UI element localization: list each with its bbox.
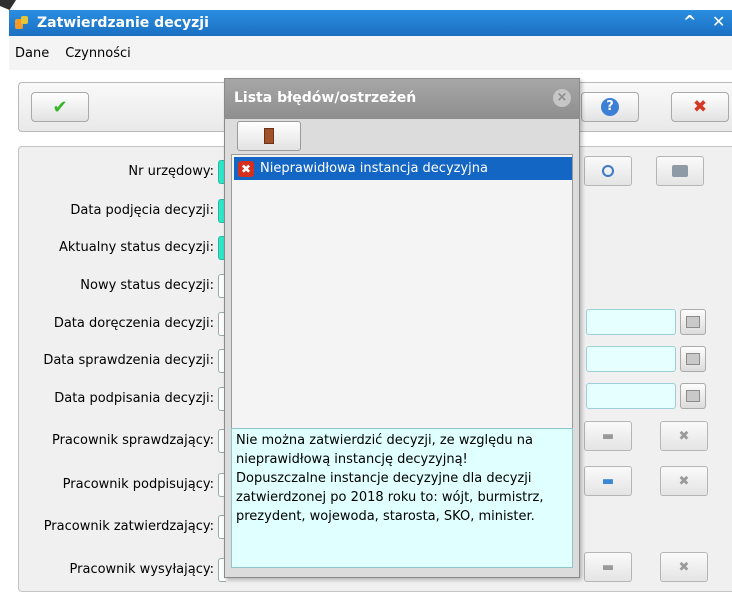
cancel-icon: ✖ [692,97,708,117]
window-title: Zatwierdzanie decyzji [37,15,209,31]
label-data-podpisania: Data podpisania decyzji: [54,391,214,406]
data-sprawdzenia-calendar-button[interactable] [680,346,706,372]
wysylajacy-clear-button[interactable]: ✖ [660,552,708,582]
error-icon: ✖ [238,160,254,177]
select-icon: ▬ [601,559,615,575]
select-icon: ▬ [601,428,615,444]
message-line: Nie można zatwierdzić decyzji, ze względ… [236,433,533,448]
label-pracownik-zatwierdzajacy: Pracownik zatwierdzający: [43,519,214,534]
magnifier-icon [602,165,614,177]
label-pracownik-sprawdzajacy: Pracownik sprawdzający: [51,433,214,448]
wysylajacy-select-button[interactable]: ▬ [584,552,632,582]
search-button[interactable] [584,156,632,186]
dialog-title: Lista błędów/ostrzeżeń [234,90,417,106]
label-data-podjecia: Data podjęcia decyzji: [70,203,214,218]
label-pracownik-podpisujacy: Pracownik podpisujący: [62,477,214,492]
label-aktualny-status: Aktualny status decyzji: [59,240,214,255]
podpisujacy-clear-button[interactable]: ✖ [660,466,708,496]
message-line: Dopuszczalne instancje decyzyjne dla dec… [236,471,532,486]
menu-bar: Dane Czynności [9,36,732,70]
minimize-button[interactable]: ^ [683,12,696,31]
message-line: prezydent, wojewoda, starosta, SKO, mini… [236,509,535,524]
cancel-button[interactable]: ✖ [671,92,729,122]
calendar-icon [686,390,700,402]
background-app-icon [0,0,16,10]
message-line: zatwierdzonej po 2018 roku to: wójt, bur… [236,490,544,505]
list-item[interactable]: ✖ Nieprawidłowa instancja decyzyjna [234,157,572,180]
calendar-icon [686,353,700,365]
clear-icon: ✖ [678,559,690,575]
label-nr-urzedowy: Nr urzędowy: [128,164,214,179]
data-podpisania-calendar-button[interactable] [680,383,706,409]
help-button[interactable]: ? [581,92,639,122]
print-button[interactable] [656,156,704,186]
calendar-icon [686,316,700,328]
error-list-dialog: Lista błędów/ostrzeżeń × ✖ Nieprawidłowa… [224,78,580,578]
sprawdzajacy-clear-button[interactable]: ✖ [660,421,708,451]
check-icon: ✔ [52,96,68,118]
confirm-button[interactable]: ✔ [31,92,89,122]
data-doreczenia-calendar-button[interactable] [680,309,706,335]
data-sprawdzenia-input[interactable] [586,346,676,372]
label-nowy-status: Nowy status decyzji: [80,278,214,293]
dialog-titlebar: Lista błędów/ostrzeżeń × [225,79,579,119]
menu-dane[interactable]: Dane [15,46,49,61]
error-message-box: Nie można zatwierdzić decyzji, ze względ… [231,428,573,568]
clear-icon: ✖ [678,428,690,444]
label-data-sprawdzenia: Data sprawdzenia decyzji: [43,353,214,368]
menu-czynnosci[interactable]: Czynności [65,46,131,61]
window-titlebar: Zatwierdzanie decyzji ^ ✕ [9,10,732,36]
clear-icon: ✖ [678,473,690,489]
label-pracownik-wysylajacy: Pracownik wysyłający: [69,562,214,577]
podpisujacy-select-button[interactable]: ▬ [584,466,632,496]
help-icon: ? [601,98,619,116]
message-line: nieprawidłową instancję decyzyjną! [236,452,468,467]
app-icon [15,16,29,30]
label-data-doreczenia: Data doręczenia decyzji: [53,316,214,331]
error-text: Nieprawidłowa instancja decyzyjna [260,161,488,176]
close-window-button[interactable]: ✕ [712,12,725,31]
sprawdzajacy-select-button[interactable]: ▬ [584,421,632,451]
data-podpisania-input[interactable] [586,383,676,409]
printer-icon [672,165,688,177]
select-icon: ▬ [601,473,615,489]
door-exit-icon [264,128,274,144]
data-doreczenia-input[interactable] [586,309,676,335]
exit-dialog-button[interactable] [237,121,301,151]
dialog-close-icon[interactable]: × [553,89,571,107]
